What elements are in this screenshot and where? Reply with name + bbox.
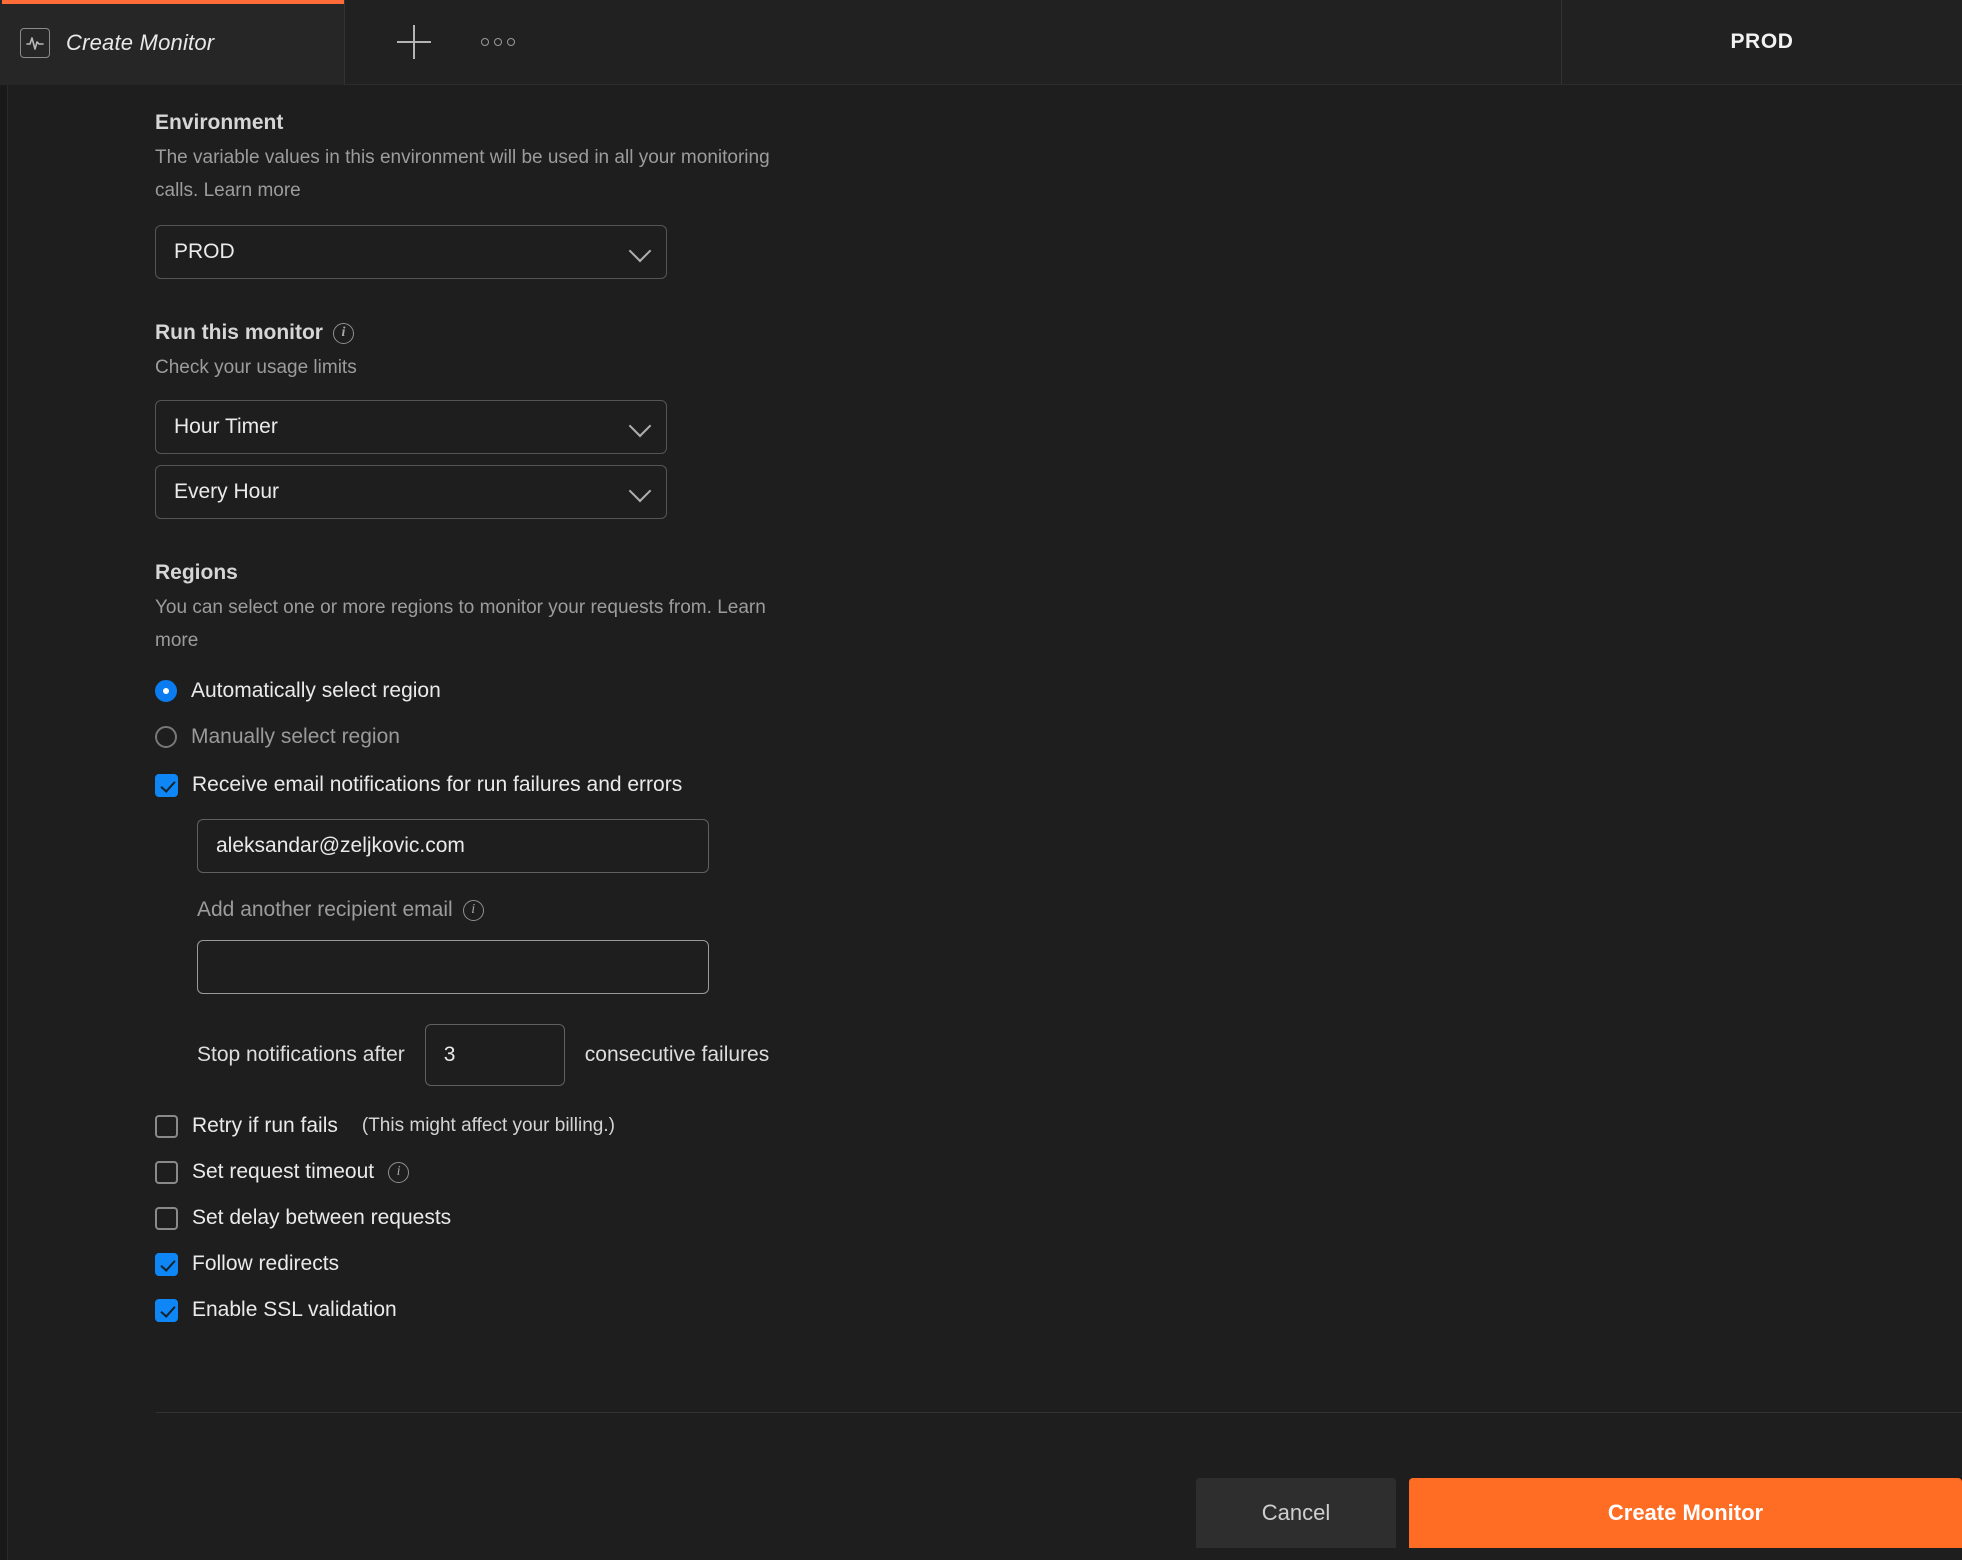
radio-button-selected[interactable]: [155, 680, 177, 702]
checkbox-enable-ssl-validation-label: Enable SSL validation: [192, 1298, 397, 1321]
environment-select-value: PROD: [174, 240, 235, 263]
radio-manual-select-region-label: Manually select region: [191, 725, 400, 748]
create-monitor-button[interactable]: Create Monitor: [1409, 1478, 1962, 1548]
schedule-description: Check your usage limits: [155, 357, 357, 378]
info-icon[interactable]: i: [462, 899, 484, 921]
tab-label: Create Monitor: [66, 29, 215, 55]
radio-button-unselected[interactable]: [155, 726, 177, 748]
environment-description: The variable values in this environment …: [155, 147, 770, 201]
footer-divider: [156, 1412, 1962, 1413]
checkbox-enable-ssl-validation[interactable]: Enable SSL validation: [155, 1298, 1055, 1322]
environment-select[interactable]: PROD: [155, 225, 667, 279]
schedule-section: Run this monitor i Check your usage limi…: [155, 321, 1055, 519]
checkbox-set-delay-between-requests[interactable]: Set delay between requests: [155, 1206, 1055, 1230]
radio-auto-select-region[interactable]: Automatically select region: [155, 679, 1055, 703]
additional-email-input[interactable]: [197, 940, 709, 994]
frequency-select[interactable]: Every Hour: [155, 465, 667, 519]
chevron-down-icon: [628, 239, 652, 263]
checkbox-checked[interactable]: [155, 1252, 178, 1276]
checkbox-retry-if-run-fails-label: Retry if run fails: [192, 1114, 338, 1137]
stop-notifications-row: Stop notifications after consecutive fai…: [197, 1024, 1055, 1086]
stop-notifications-count-input[interactable]: [424, 1024, 565, 1086]
radio-manual-select-region[interactable]: Manually select region: [155, 725, 1055, 749]
primary-email-input[interactable]: [197, 819, 709, 873]
environment-badge[interactable]: PROD: [1562, 0, 1962, 84]
stop-notifications-suffix: consecutive failures: [584, 1043, 770, 1066]
environment-section: Environment The variable values in this …: [155, 111, 1055, 279]
timer-type-value: Hour Timer: [174, 415, 278, 438]
regions-title: Regions: [155, 561, 238, 584]
chevron-down-icon: [628, 414, 652, 438]
tab-create-monitor[interactable]: Create Monitor: [0, 0, 345, 85]
schedule-title-text: Run this monitor: [155, 321, 323, 344]
chevron-down-icon: [628, 479, 652, 503]
checkbox-follow-redirects-label: Follow redirects: [192, 1252, 340, 1275]
checkbox-unchecked[interactable]: [155, 1160, 178, 1184]
retry-billing-note: (This might affect your billing.): [361, 1115, 615, 1136]
checkbox-set-request-timeout-label: Set request timeout: [192, 1160, 375, 1183]
environment-title: Environment: [155, 111, 284, 134]
frequency-value: Every Hour: [174, 480, 280, 503]
add-recipient-label-text: Add another recipient email: [197, 898, 453, 921]
checkbox-set-request-timeout[interactable]: Set request timeout i: [155, 1160, 1055, 1184]
checkbox-unchecked[interactable]: [155, 1114, 178, 1138]
info-icon[interactable]: i: [388, 1161, 410, 1183]
schedule-title: Run this monitor i: [155, 321, 1055, 345]
regions-description: You can select one or more regions to mo…: [155, 597, 766, 651]
form-footer: Cancel Create Monitor: [9, 1466, 1962, 1560]
info-icon[interactable]: i: [332, 322, 354, 344]
options-section: Retry if run fails (This might affect yo…: [155, 1114, 1055, 1322]
cancel-button[interactable]: Cancel: [1196, 1478, 1396, 1548]
tab-tools: [345, 0, 1562, 84]
checkbox-email-notifications[interactable]: Receive email notifications for run fail…: [155, 773, 1055, 797]
checkbox-unchecked[interactable]: [155, 1206, 178, 1230]
plus-icon[interactable]: [397, 25, 431, 59]
checkbox-set-delay-between-requests-label: Set delay between requests: [192, 1206, 452, 1229]
checkbox-follow-redirects[interactable]: Follow redirects: [155, 1252, 1055, 1276]
notifications-section: Receive email notifications for run fail…: [155, 773, 1055, 1086]
add-recipient-label: Add another recipient email i: [197, 898, 1055, 922]
checkbox-checked[interactable]: [155, 1298, 178, 1322]
create-monitor-form: Environment The variable values in this …: [155, 111, 1055, 1322]
stop-notifications-prefix: Stop notifications after: [197, 1043, 405, 1066]
monitor-form-area: Environment The variable values in this …: [9, 85, 1962, 1560]
radio-auto-select-region-label: Automatically select region: [191, 679, 441, 702]
more-horizontal-icon[interactable]: [481, 25, 515, 59]
checkbox-checked[interactable]: [155, 773, 178, 797]
monitor-pulse-icon: [20, 27, 50, 58]
recipient-block: Add another recipient email i Stop notif…: [197, 819, 1055, 1086]
left-rail: [0, 85, 8, 1560]
tab-bar: Create Monitor PROD: [0, 0, 1962, 85]
checkbox-email-notifications-label: Receive email notifications for run fail…: [192, 773, 683, 796]
checkbox-retry-if-run-fails[interactable]: Retry if run fails (This might affect yo…: [155, 1114, 1055, 1138]
regions-section: Regions You can select one or more regio…: [155, 561, 1055, 749]
timer-type-select[interactable]: Hour Timer: [155, 400, 667, 454]
